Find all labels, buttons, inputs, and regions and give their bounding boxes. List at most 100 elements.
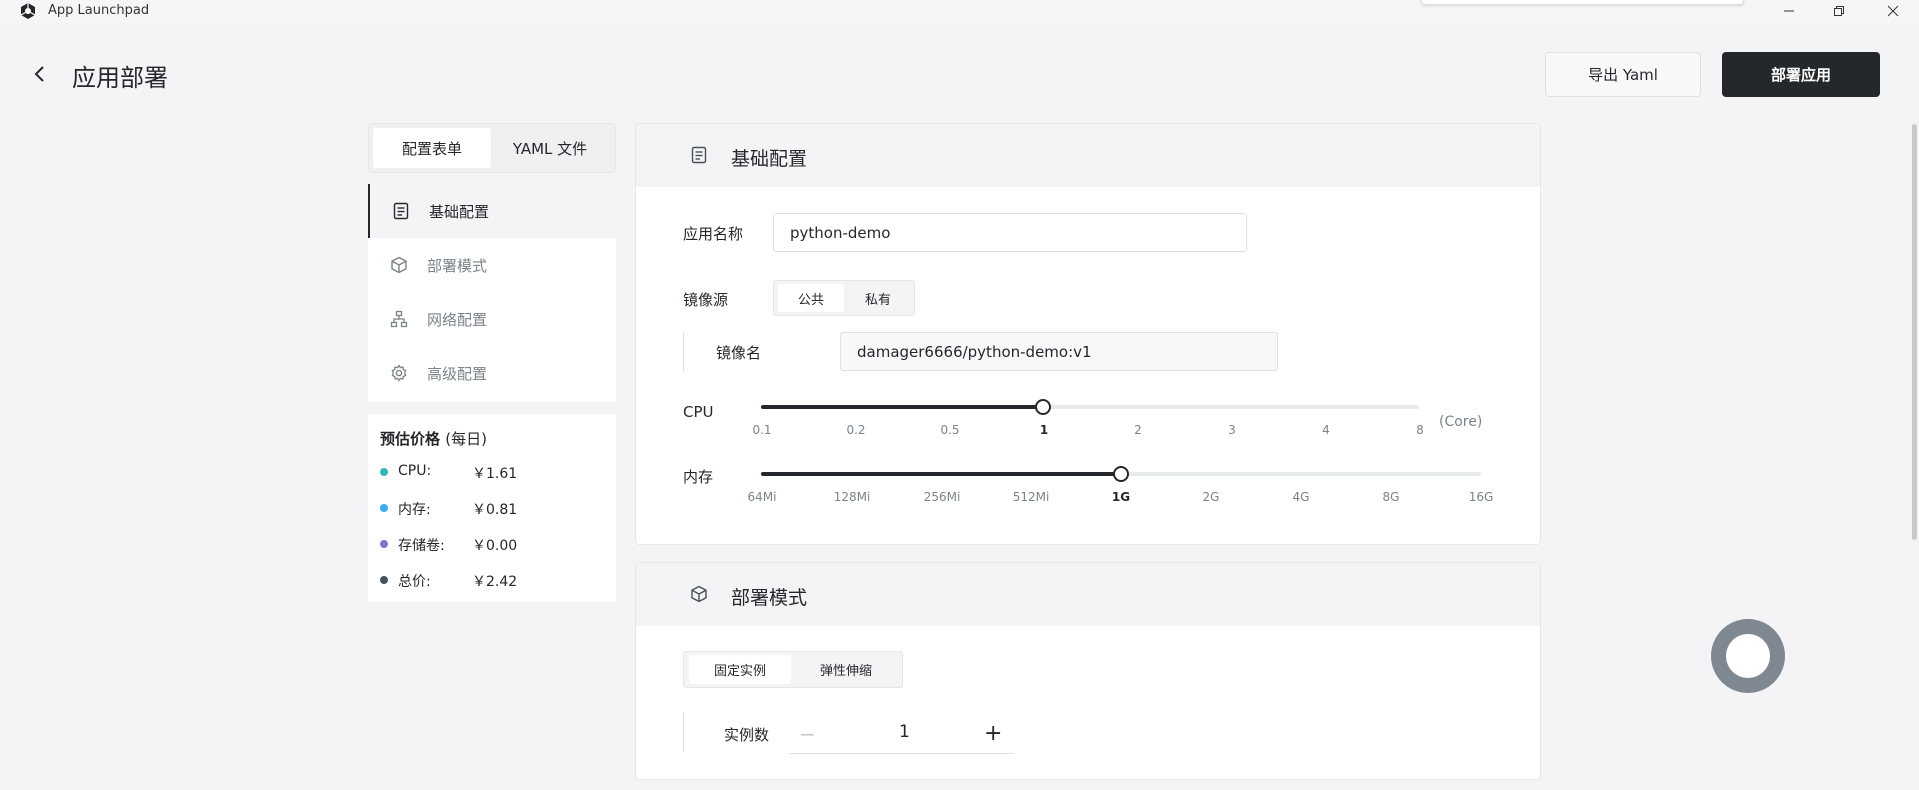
basic-config-header: 基础配置	[636, 124, 1540, 187]
cpu-tick: 0.1	[752, 423, 772, 437]
price-value: ￥0.81	[472, 502, 518, 518]
price-row-total: 总价: ￥2.42	[380, 570, 610, 590]
price-value: ￥2.42	[472, 574, 518, 590]
memory-slider[interactable]	[761, 466, 1481, 482]
window-titlebar: App Launchpad	[0, 0, 1919, 26]
memory-tick-selected: 1G	[1111, 490, 1131, 504]
cpu-tick: 0.5	[940, 423, 960, 437]
minimize-button[interactable]	[1766, 0, 1812, 22]
section-title: 基础配置	[731, 148, 808, 170]
document-icon	[392, 202, 410, 220]
nav-item-label: 网络配置	[427, 310, 488, 329]
title-popup	[1421, 0, 1744, 5]
memory-tick: 2G	[1202, 490, 1220, 504]
image-source-label: 镜像源	[683, 291, 729, 309]
price-value: ￥1.61	[472, 466, 518, 482]
deploy-mode-header: 部署模式	[636, 563, 1540, 626]
memory-tick: 512Mi	[1012, 490, 1050, 504]
price-estimate-panel: 预估价格 (每日) CPU: ￥1.61 内存: ￥0.81 存储卷: ￥0.0…	[368, 414, 616, 602]
price-name: 内存:	[398, 502, 431, 518]
image-source-toggle: 公共 私有	[773, 280, 915, 316]
restore-button[interactable]	[1816, 0, 1862, 22]
minimize-icon	[1784, 10, 1794, 12]
app-name-label: 应用名称	[683, 225, 744, 243]
cpu-slider-fill	[761, 405, 1043, 409]
cpu-label: CPU	[683, 403, 714, 421]
memory-tick: 128Mi	[833, 490, 871, 504]
page-title: 应用部署	[72, 64, 168, 92]
restore-icon	[1834, 6, 1844, 16]
image-name-input[interactable]: damager6666/python-demo:v1	[840, 332, 1278, 371]
floating-assistant-button[interactable]	[1711, 619, 1785, 693]
instances-value[interactable]: 1	[899, 722, 910, 742]
indent-line	[683, 332, 684, 372]
tab-yaml-file[interactable]: YAML 文件	[491, 128, 609, 168]
chevron-left-icon	[34, 66, 44, 82]
storage-dot	[380, 540, 388, 548]
export-yaml-button[interactable]: 导出 Yaml	[1545, 52, 1701, 97]
price-row-memory: 内存: ￥0.81	[380, 498, 610, 518]
image-name-label: 镜像名	[716, 344, 762, 362]
gear-icon	[390, 364, 408, 382]
scrollbar[interactable]	[1912, 124, 1917, 540]
price-title: 预估价格 (每日)	[380, 428, 487, 449]
nav-item-label: 部署模式	[427, 256, 488, 275]
nav-item-deploy-mode[interactable]: 部署模式	[368, 238, 616, 292]
cube-icon	[689, 584, 709, 604]
memory-dot	[380, 504, 388, 512]
deploy-mode-toggle: 固定实例 弹性伸缩	[683, 651, 903, 688]
nav-item-advanced-config[interactable]: 高级配置	[368, 346, 616, 400]
cpu-tick: 4	[1322, 423, 1330, 437]
cpu-tick: 8	[1416, 423, 1424, 437]
network-icon	[390, 310, 408, 328]
cpu-slider-thumb[interactable]	[1035, 399, 1051, 415]
cpu-tick: 0.2	[846, 423, 866, 437]
cpu-tick: 2	[1134, 423, 1142, 437]
memory-tick: 8G	[1382, 490, 1400, 504]
image-source-private[interactable]: 私有	[846, 284, 910, 312]
memory-tick: 256Mi	[923, 490, 961, 504]
memory-slider-fill	[761, 472, 1121, 476]
cpu-tick: 3	[1228, 423, 1236, 437]
instances-stepper: − 1 +	[789, 714, 1014, 754]
indent-line	[683, 712, 684, 752]
close-button[interactable]	[1870, 0, 1916, 22]
price-value: ￥0.00	[472, 538, 518, 554]
document-icon	[689, 145, 709, 165]
deploy-mode-fixed[interactable]: 固定实例	[689, 655, 791, 684]
price-title-text: 预估价格	[380, 430, 441, 448]
cpu-dot	[380, 468, 388, 476]
close-icon	[1887, 5, 1899, 17]
cpu-unit: (Core)	[1439, 414, 1483, 430]
nav-item-label: 高级配置	[427, 364, 488, 383]
memory-label: 内存	[683, 468, 714, 486]
config-mode-tabs: 配置表单 YAML 文件	[368, 123, 616, 173]
section-title: 部署模式	[731, 587, 808, 609]
increment-button[interactable]: +	[984, 721, 1002, 746]
deploy-mode-autoscale[interactable]: 弹性伸缩	[794, 655, 898, 684]
cpu-tick-selected: 1	[1039, 423, 1049, 437]
app-name-input[interactable]: python-demo	[773, 213, 1247, 252]
decrement-button[interactable]: −	[799, 722, 816, 746]
memory-slider-thumb[interactable]	[1113, 466, 1129, 482]
back-button[interactable]	[32, 60, 56, 88]
deploy-app-button[interactable]: 部署应用	[1722, 52, 1880, 97]
section-nav: 基础配置 部署模式 网络配置 高级配置	[368, 184, 616, 402]
cube-icon	[390, 256, 408, 274]
price-name: 存储卷:	[398, 538, 445, 554]
memory-tick: 64Mi	[747, 490, 777, 504]
ring-icon	[1726, 634, 1770, 678]
memory-tick: 4G	[1292, 490, 1310, 504]
price-name: CPU:	[398, 463, 432, 479]
window-title: App Launchpad	[48, 3, 150, 18]
image-source-public[interactable]: 公共	[778, 284, 844, 312]
nav-item-basic-config[interactable]: 基础配置	[368, 184, 616, 238]
tab-config-form[interactable]: 配置表单	[373, 128, 491, 168]
price-subtitle: (每日)	[445, 430, 487, 448]
total-dot	[380, 576, 388, 584]
price-row-cpu: CPU: ￥1.61	[380, 462, 610, 482]
cpu-slider[interactable]	[761, 399, 1419, 415]
nav-item-network-config[interactable]: 网络配置	[368, 292, 616, 346]
price-name: 总价:	[398, 574, 431, 590]
nav-item-label: 基础配置	[429, 202, 490, 221]
